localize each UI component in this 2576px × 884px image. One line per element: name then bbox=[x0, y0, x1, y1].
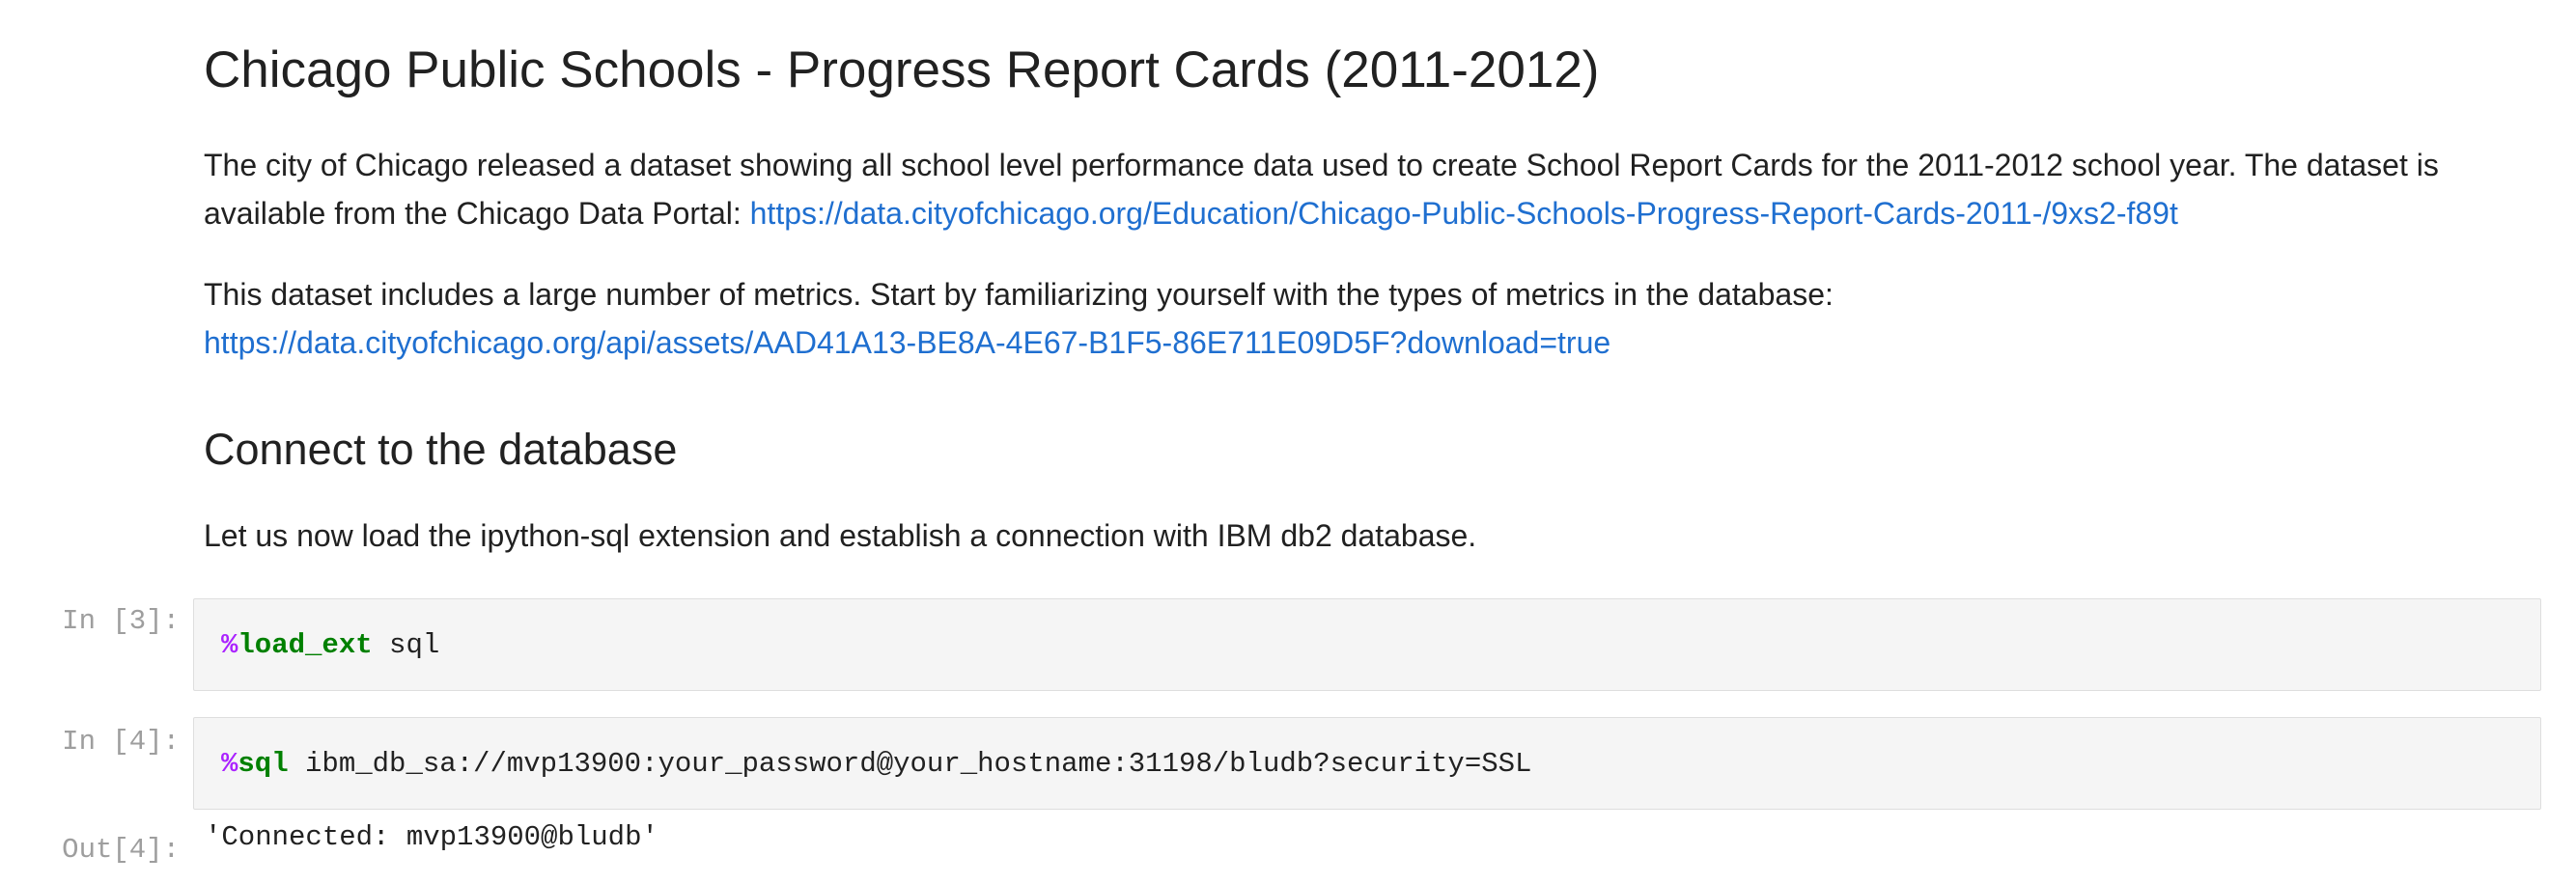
notebook-title: Chicago Public Schools - Progress Report… bbox=[204, 41, 1600, 98]
metrics-paragraph: This dataset includes a large number of … bbox=[204, 270, 2550, 367]
intro-paragraph: The city of Chicago released a dataset s… bbox=[204, 141, 2550, 237]
code-line: %sql ibm_db_sa://mvp13900:your_password@… bbox=[221, 745, 1531, 784]
output-prompt: Out[4]: bbox=[62, 834, 180, 866]
magic-command: load_ext bbox=[238, 629, 373, 661]
metrics-text: This dataset includes a large number of … bbox=[204, 277, 1834, 312]
code-args: sql bbox=[372, 629, 440, 661]
code-args: ibm_db_sa://mvp13900:your_password@your_… bbox=[288, 748, 1532, 780]
section-heading: Connect to the database bbox=[204, 425, 678, 474]
input-prompt: In [3]: bbox=[62, 605, 180, 637]
code-input-area[interactable]: %load_ext sql bbox=[193, 598, 2541, 691]
code-input-area[interactable]: %sql ibm_db_sa://mvp13900:your_password@… bbox=[193, 717, 2541, 810]
cell-output: 'Connected: mvp13900@bludb' bbox=[205, 821, 658, 853]
magic-percent: % bbox=[221, 629, 238, 661]
connect-paragraph: Let us now load the ipython-sql extensio… bbox=[204, 518, 1477, 553]
code-line: %load_ext sql bbox=[221, 626, 439, 665]
input-prompt: In [4]: bbox=[62, 726, 180, 758]
magic-percent: % bbox=[221, 748, 238, 780]
magic-command: sql bbox=[238, 748, 289, 780]
metrics-download-link[interactable]: https://data.cityofchicago.org/api/asset… bbox=[204, 325, 1610, 360]
data-portal-link[interactable]: https://data.cityofchicago.org/Education… bbox=[750, 196, 2178, 231]
